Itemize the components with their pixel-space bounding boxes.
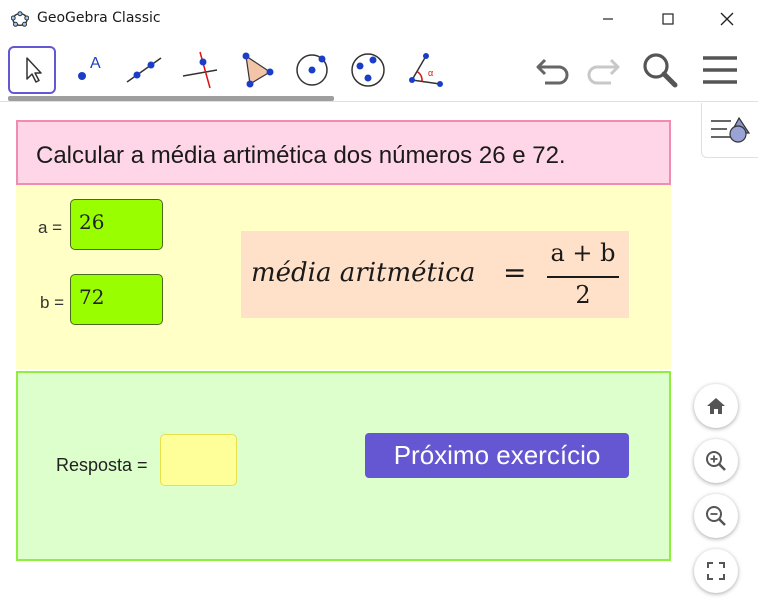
angle-icon: α xyxy=(409,53,443,87)
algebra-view-icon xyxy=(711,116,751,143)
formula-denominator: 2 xyxy=(575,281,591,309)
maximize-button[interactable] xyxy=(645,0,691,38)
minimize-button[interactable] xyxy=(585,0,631,38)
undo-icon xyxy=(536,58,569,85)
title-bar: GeoGebra Classic xyxy=(0,0,758,38)
undo-button[interactable] xyxy=(532,48,576,92)
home-view-button[interactable] xyxy=(694,384,738,428)
answer-panel: Resposta = Próximo exercício xyxy=(16,371,671,561)
zoom-out-icon xyxy=(706,506,726,526)
formula-equals: = xyxy=(503,256,527,289)
perpendicular-line-icon xyxy=(182,51,218,89)
fullscreen-button[interactable] xyxy=(694,549,738,593)
zoom-in-button[interactable] xyxy=(694,439,738,483)
menu-icon xyxy=(703,56,737,84)
cursor-arrow-icon xyxy=(26,57,42,83)
geogebra-logo-icon xyxy=(11,11,29,27)
toolbar: A α xyxy=(0,38,758,102)
zoom-in-icon xyxy=(706,451,726,471)
window-title: GeoGebra Classic xyxy=(37,10,161,26)
answer-input-box[interactable] xyxy=(160,434,237,486)
algebra-view-toggle[interactable] xyxy=(701,103,758,158)
line-through-two-points-icon xyxy=(126,57,162,83)
toolbar-scrollbar[interactable] xyxy=(8,96,334,101)
fullscreen-icon xyxy=(707,562,725,580)
polygon-icon xyxy=(242,52,274,88)
svg-text:A: A xyxy=(90,55,101,72)
exercise-header-panel: Calcular a média artimética dos números … xyxy=(16,120,671,185)
b-label: b = xyxy=(40,293,65,312)
main-menu-button[interactable] xyxy=(698,48,742,92)
next-exercise-button[interactable]: Próximo exercício xyxy=(365,433,629,478)
zoom-out-button[interactable] xyxy=(694,494,738,538)
redo-button[interactable] xyxy=(580,48,624,92)
tool-circle-three-points[interactable] xyxy=(344,46,392,94)
svg-text:α: α xyxy=(428,68,433,78)
search-icon xyxy=(643,53,678,88)
formula-box: média aritmética = a + b 2 xyxy=(241,231,629,318)
close-icon xyxy=(720,12,734,26)
a-label: a = xyxy=(38,218,63,237)
tool-line[interactable] xyxy=(120,46,168,94)
home-icon xyxy=(707,398,725,414)
minimize-icon xyxy=(603,18,613,20)
close-button[interactable] xyxy=(704,0,750,38)
point-icon: A xyxy=(78,55,101,80)
exercise-statement: Calcular a média artimética dos números … xyxy=(36,142,566,169)
maximize-icon xyxy=(662,13,674,25)
tool-perpendicular-line[interactable] xyxy=(176,46,224,94)
formula-lhs: média aritmética xyxy=(251,258,476,288)
tool-point[interactable]: A xyxy=(64,46,112,94)
formula-numerator: a + b xyxy=(550,239,616,267)
redo-icon xyxy=(587,58,620,85)
tool-move[interactable] xyxy=(8,46,56,94)
fraction-bar xyxy=(547,276,619,278)
tool-polygon[interactable] xyxy=(232,46,280,94)
tool-angle[interactable]: α xyxy=(400,46,448,94)
a-input-box[interactable]: 26 xyxy=(70,199,163,250)
b-input-box[interactable]: 72 xyxy=(70,274,163,325)
answer-label: Resposta = xyxy=(56,455,148,475)
tool-circle-center[interactable] xyxy=(288,46,336,94)
search-button[interactable] xyxy=(638,48,682,92)
circle-through-points-icon xyxy=(351,53,385,87)
circle-with-center-icon xyxy=(296,54,328,86)
